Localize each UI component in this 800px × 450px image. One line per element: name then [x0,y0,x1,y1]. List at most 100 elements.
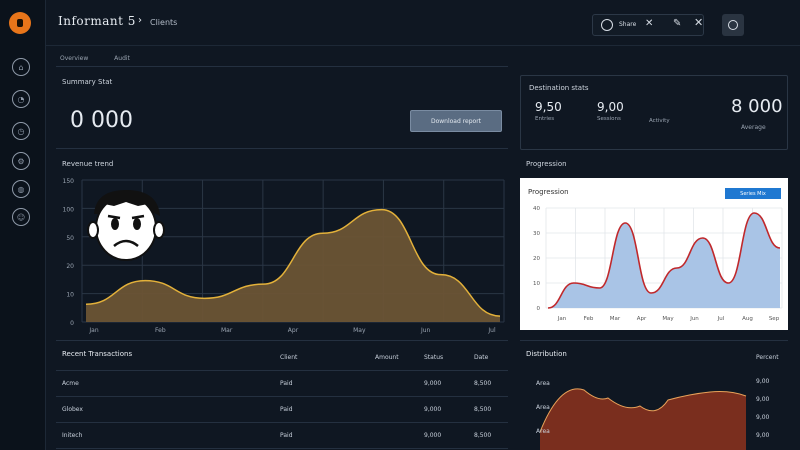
download-report-button[interactable]: Download report [410,110,502,132]
tab-audit[interactable]: Audit [114,55,130,62]
row-divider [56,422,508,423]
stat-label: Sessions [597,116,621,122]
y-tick-label: 20 [533,256,540,262]
stats-label: Destination stats [529,84,589,92]
x-tick-label: Mar [610,316,621,322]
left-rail: ⌂ ◔ ◷ ⚙ ◍ ☺ [0,0,46,450]
x-tick-label: Jan [557,316,567,322]
distribution-label: Area [536,428,550,435]
stats-panel: Destination stats 9,50 Entries 9,00 Sess… [520,75,788,150]
tab-overview[interactable]: Overview [60,55,88,62]
table-cell: Initech [62,432,83,439]
distribution-area-chart [540,388,747,450]
app-logo[interactable] [9,12,31,34]
summary-label: Summary Stat [62,78,113,86]
distribution-title: Distribution [526,350,567,358]
x-tick-label: Aug [742,316,753,322]
x-tick-label: Jun [420,327,431,334]
table-cell: Paid [280,380,293,387]
distribution-value: 9,00 [756,396,770,403]
right-chart-card: Progression Series Mix 0 10 20 30 40 Jan Feb Ma… [520,178,788,330]
y-tick-label: 100 [63,206,75,213]
x-tick-label: May [353,327,366,334]
y-tick-label: 10 [533,281,540,287]
main-chart-label: Revenue trend [62,160,114,168]
x-tick-label: Jul [487,327,496,334]
stat-label: Entries [535,116,555,122]
table-cell: Globex [62,406,83,413]
distribution-label: Area [536,380,550,387]
distribution-value: 9,00 [756,432,770,439]
clock-icon[interactable]: ◷ [12,122,30,140]
col-header[interactable]: Status [424,354,443,361]
dismiss-icon[interactable]: ✕ [694,16,703,29]
y-tick-label: 50 [66,235,74,242]
x-tick-label: Feb [584,316,594,322]
table-cell: 8,500 [474,380,492,387]
col-header[interactable]: Client [280,354,297,361]
stat-activity: Activity [649,116,670,124]
y-tick-label: 10 [66,292,74,299]
stat-big-label: Average [741,124,766,131]
user-icon[interactable]: ☺ [12,208,30,226]
y-tick-label: 20 [66,263,74,270]
table-title: Recent Transactions [62,350,133,358]
divider [56,340,508,341]
divider [520,340,788,341]
settings-icon[interactable]: ⚙ [12,152,30,170]
stat-entries: 9,50 Entries [535,100,562,122]
y-tick-label: 0 [70,320,74,327]
divider [56,148,508,149]
mascot-face [95,195,157,261]
table-cell: 8,500 [474,432,492,439]
mascot-illustration [87,190,165,261]
share-button-label[interactable]: Share [619,21,636,28]
right-line-chart: 0 10 20 30 40 Jan Feb Mar Apr May Jun Jul Aug Sep [533,206,783,322]
x-tick-label: Mar [221,327,233,334]
mascot-eye-right [133,218,141,230]
row-divider [56,396,508,397]
table-cell: Acme [62,380,79,387]
distribution-value: 9,00 [756,414,770,421]
tab-bar: Overview Audit [60,55,154,62]
profile-button[interactable] [722,14,744,36]
table-cell: 9,000 [424,406,442,413]
y-tick-label: 40 [533,206,540,212]
col-header[interactable]: Date [474,354,488,361]
toolbar-group[interactable]: Share ✕ ✎ [592,14,704,36]
table-cell: 9,000 [424,380,442,387]
x-tick-label: Sep [769,316,780,322]
edit-icon[interactable]: ✎ [673,18,681,29]
distribution-value: 9,00 [756,378,770,385]
mascot-eye-left [111,218,119,230]
row-divider [56,448,508,449]
table-cell: Paid [280,432,293,439]
distribution-area [540,388,746,450]
breadcrumb-current[interactable]: Clients [150,18,177,27]
x-tick-label: Apr [288,327,299,334]
right-chart-label: Progression [526,160,567,168]
col-header[interactable]: Amount [375,354,399,361]
x-tick-label: Jun [689,316,699,322]
app-title: Informant 5 [58,14,136,28]
chart-icon[interactable]: ◔ [12,90,30,108]
y-tick-label: 0 [537,306,541,312]
x-tick-label: Jan [88,327,98,334]
close-icon[interactable]: ✕ [645,18,653,29]
stat-label: Activity [649,118,670,124]
mascot-ear-left [87,221,99,239]
y-tick-label: 30 [533,231,540,237]
mascot-ear-right [153,221,165,239]
home-icon[interactable]: ⌂ [12,58,30,76]
x-tick-label: Jul [717,316,725,322]
stat-value: 9,00 [597,100,624,114]
y-tick-label: 150 [63,178,75,185]
breadcrumb-separator: › [138,15,142,26]
row-divider [56,370,508,371]
table-cell: 8,500 [474,406,492,413]
table-cell: 9,000 [424,432,442,439]
table-cell: Paid [280,406,293,413]
globe-icon[interactable]: ◍ [12,180,30,198]
stat-sessions: 9,00 Sessions [597,100,624,122]
refresh-icon[interactable] [601,19,613,31]
